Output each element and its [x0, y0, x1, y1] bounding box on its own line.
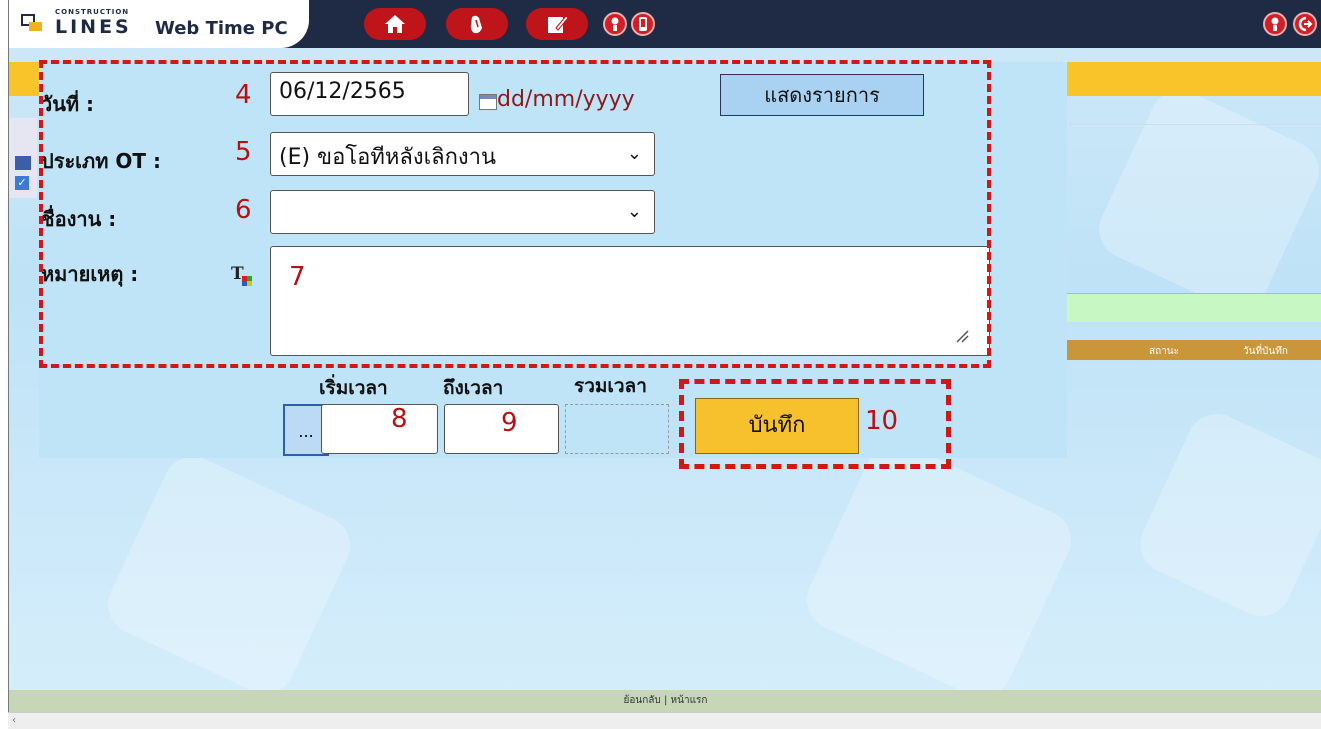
annotation-box-form	[39, 60, 991, 368]
footer-separator: |	[663, 695, 668, 706]
checkbox-icon: ✓	[15, 176, 29, 190]
logo-area: CONSTRUCTION LINES Web Time PC	[9, 0, 309, 48]
nav-home-button[interactable]	[364, 8, 426, 40]
grid-icon	[15, 156, 31, 170]
scroll-left-icon[interactable]: ‹	[12, 715, 16, 726]
home-link[interactable]: หน้าแรก	[671, 695, 708, 706]
user-icon[interactable]	[603, 12, 627, 36]
horizontal-scrollbar[interactable]: ‹	[8, 712, 1321, 729]
user-icon[interactable]	[1263, 12, 1287, 36]
divider	[1069, 124, 1321, 125]
home-icon	[385, 15, 405, 33]
start-time-label: เริ่มเวลา	[319, 377, 388, 399]
end-time-label: ถึงเวลา	[443, 377, 504, 399]
bg-decoration	[98, 446, 360, 704]
logo-wordmark: LINES	[55, 16, 132, 38]
nav-ot-button[interactable]	[446, 8, 508, 40]
logout-icon[interactable]	[1293, 12, 1317, 36]
total-time-field	[565, 404, 669, 454]
phone-icon[interactable]	[631, 12, 655, 36]
annotation-9: 9	[501, 408, 518, 438]
bg-decoration	[1089, 80, 1321, 320]
info-bar	[1067, 293, 1321, 322]
back-link[interactable]: ย้อนกลับ	[624, 695, 661, 706]
start-time-input[interactable]	[321, 404, 438, 454]
app-window: CONSTRUCTION LINES Web Time PC ✓ สถานะ ว…	[8, 0, 1321, 712]
edit-icon	[548, 15, 569, 33]
nav-edit-button[interactable]	[526, 8, 588, 40]
annotation-box-save	[679, 379, 951, 469]
footer: ย้อนกลับ | หน้าแรก	[9, 690, 1321, 712]
logo-icon	[21, 14, 42, 31]
total-time-label: รวมเวลา	[574, 375, 647, 397]
bg-decoration	[1130, 404, 1321, 626]
annotation-8: 8	[391, 404, 408, 434]
col-saved-date: วันที่บันทึก	[1243, 346, 1288, 357]
table-header: สถานะ วันที่บันทึก	[1067, 340, 1321, 360]
top-navbar: CONSTRUCTION LINES Web Time PC	[9, 0, 1321, 48]
app-title: Web Time PC	[155, 18, 288, 39]
hand-icon	[470, 15, 482, 34]
col-status: สถานะ	[1149, 346, 1179, 357]
logo-subtitle: CONSTRUCTION	[55, 8, 130, 16]
side-tab[interactable]: ✓	[9, 118, 37, 198]
bg-decoration	[797, 432, 1081, 708]
